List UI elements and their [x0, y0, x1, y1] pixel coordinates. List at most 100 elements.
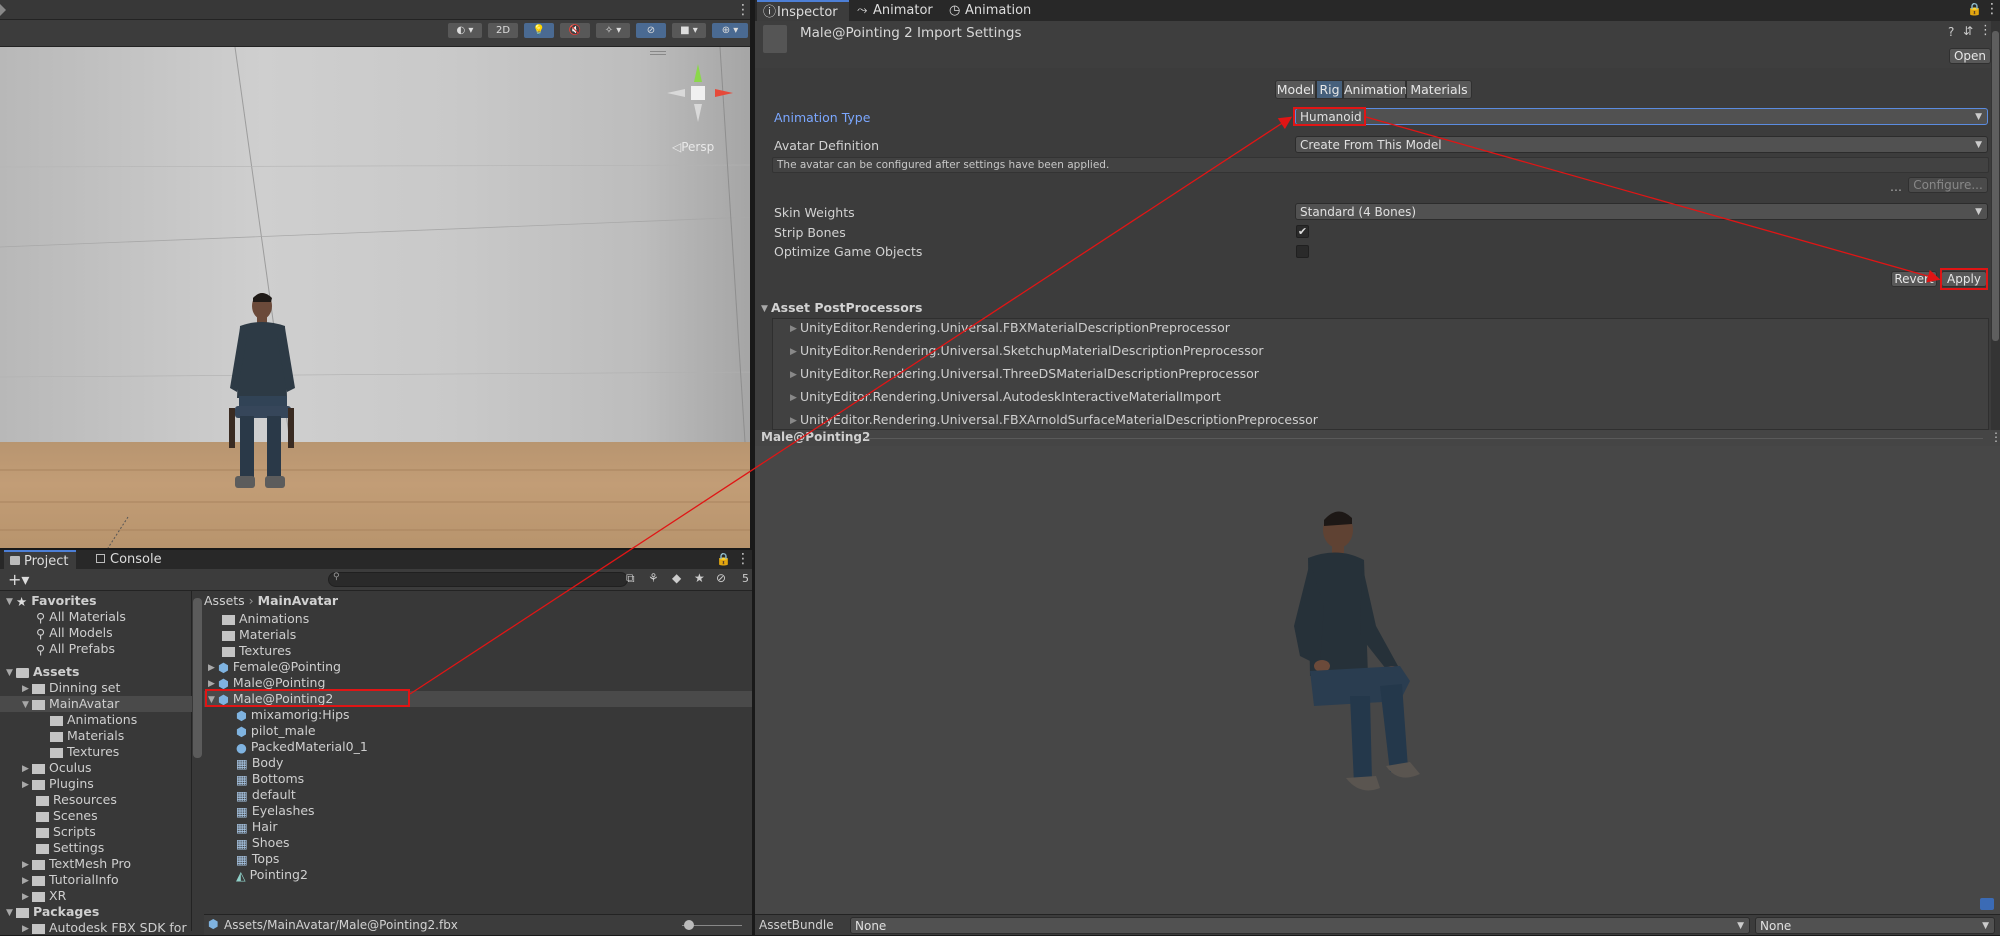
subtab-materials[interactable]: Materials	[1406, 80, 1472, 99]
create-plus-icon[interactable]: +▾	[8, 570, 29, 589]
tag-icon[interactable]: ◆	[672, 571, 681, 585]
tree-folder-selected[interactable]: ▼ MainAvatar	[0, 696, 192, 712]
list-item[interactable]: ▦ Bottoms	[236, 771, 304, 787]
search-by-type-icon[interactable]: ⧉	[626, 571, 635, 586]
tree-scrollbar[interactable]	[193, 598, 202, 758]
favorite-star-icon[interactable]: ★	[694, 571, 705, 585]
lock-icon[interactable]: 🔒	[1967, 2, 1982, 16]
preview-header[interactable]: Male@Pointing2 ⋮	[755, 430, 2000, 446]
hidden-packages-icon[interactable]: ⊘	[716, 571, 726, 585]
tree-folder[interactable]: Settings	[36, 840, 104, 856]
tree-folder[interactable]: ▶ Autodesk FBX SDK for Ur	[22, 920, 190, 936]
project-search-input[interactable]: ⚲	[328, 572, 628, 587]
zoom-slider-thumb[interactable]	[684, 920, 694, 930]
preset-icon[interactable]: ⇵	[1963, 24, 1973, 38]
postprocessor-item[interactable]: ▶ UnityEditor.Rendering.Universal.Sketchu…	[790, 342, 1264, 360]
list-item[interactable]: Textures	[222, 643, 291, 659]
subtab-rig[interactable]: Rig	[1316, 80, 1343, 99]
list-item[interactable]: ⬢ mixamorig:Hips	[236, 707, 350, 723]
draw-mode-dropdown[interactable]: ◐ ▾	[448, 23, 482, 38]
tree-folder[interactable]: Textures	[50, 744, 119, 760]
scene-view[interactable]: ⋮ ◐ ▾ 2D 💡 🔇 ✧ ▾ ⊘ ■ ▾ ⊕ ▾ ◁Persp	[0, 0, 752, 548]
list-item[interactable]: Animations	[222, 611, 309, 627]
tree-folder[interactable]: Resources	[36, 792, 117, 808]
search-by-label-icon[interactable]: ⚘	[648, 571, 659, 585]
favorite-item[interactable]: ⚲ All Models	[36, 625, 113, 641]
list-item[interactable]: ▦ Body	[236, 755, 283, 771]
tree-folder[interactable]: Materials	[50, 728, 124, 744]
tree-folder[interactable]: ▶ XR	[22, 888, 66, 904]
inspector-scrollbar[interactable]	[1991, 21, 2000, 430]
list-item[interactable]: ▦ Shoes	[236, 835, 290, 851]
tab-animator[interactable]: ⤳ Animator	[855, 0, 933, 21]
list-item[interactable]: ▦ Eyelashes	[236, 803, 315, 819]
more-menu-icon[interactable]: ⋮	[1985, 1, 1999, 17]
help-icon[interactable]: ?	[1948, 25, 1954, 39]
skin-weights-dropdown[interactable]: Standard (4 Bones) ▼	[1295, 203, 1988, 220]
favorite-item[interactable]: ⚲ All Materials	[36, 609, 126, 625]
camera-dropdown-icon[interactable]: ■ ▾	[672, 23, 706, 38]
scene-visibility-icon[interactable]: ⊘	[636, 23, 666, 38]
overlay-handle-icon[interactable]	[650, 51, 666, 55]
model-preview[interactable]	[755, 446, 2000, 914]
favorite-item[interactable]: ⚲ All Prefabs	[36, 641, 115, 657]
postprocessor-item[interactable]: ▶ UnityEditor.Rendering.Universal.ThreeDS…	[790, 365, 1259, 383]
strip-bones-checkbox[interactable]: ✔	[1296, 225, 1309, 238]
tree-folder[interactable]: Scripts	[36, 824, 96, 840]
favorites-header[interactable]: ▼ ★ Favorites	[6, 593, 97, 609]
packages-header[interactable]: ▼ Packages	[6, 904, 99, 920]
more-menu-icon[interactable]: ⋮	[736, 2, 750, 18]
lock-icon[interactable]: 🔒	[716, 552, 731, 566]
tree-folder[interactable]: ▶ TextMesh Pro	[22, 856, 131, 872]
collapse-left-icon[interactable]	[0, 4, 8, 16]
effects-dropdown-icon[interactable]: ✧ ▾	[596, 23, 630, 38]
tab-project[interactable]: Project	[4, 550, 77, 569]
orientation-gizmo[interactable]	[665, 62, 735, 132]
list-item[interactable]: ▦ default	[236, 787, 296, 803]
tab-console[interactable]: Console	[90, 550, 170, 569]
gizmos-dropdown-icon[interactable]: ⊕ ▾	[712, 23, 748, 38]
breadcrumb-root[interactable]: Assets	[204, 593, 245, 608]
preview-character[interactable]	[1280, 506, 1430, 806]
toggle-2d-button[interactable]: 2D	[488, 23, 518, 38]
assetbundle-name-dropdown[interactable]: None ▼	[850, 917, 1750, 934]
breadcrumb-current[interactable]: MainAvatar	[258, 593, 338, 608]
open-button[interactable]: Open	[1949, 48, 1991, 64]
assets-header[interactable]: ▼ Assets	[6, 664, 79, 680]
postprocessor-item[interactable]: ▶ UnityEditor.Rendering.Universal.FBXArno…	[790, 411, 1318, 429]
tree-folder[interactable]: Scenes	[36, 808, 98, 824]
scene-character[interactable]	[215, 288, 305, 503]
tab-animation[interactable]: ◷ Animation	[947, 0, 1031, 21]
project-folder-tree[interactable]: ▼ ★ Favorites ⚲ All Materials ⚲ All Models ⚲…	[0, 591, 192, 935]
postprocessor-item[interactable]: ▶ UnityEditor.Rendering.Universal.Autodes…	[790, 388, 1221, 406]
postprocessors-header[interactable]: ▼ Asset PostProcessors	[761, 300, 922, 315]
postprocessor-item[interactable]: ▶ UnityEditor.Rendering.Universal.FBXMate…	[790, 319, 1230, 337]
configure-button[interactable]: Configure...	[1908, 177, 1988, 193]
assetbundle-variant-dropdown[interactable]: None ▼	[1755, 917, 1995, 934]
subtab-model[interactable]: Model	[1275, 80, 1316, 99]
audio-toggle-icon[interactable]: 🔇	[560, 23, 590, 38]
list-item[interactable]: ⬢ pilot_male	[236, 723, 316, 739]
tree-folder[interactable]: ▶ Plugins	[22, 776, 94, 792]
more-menu-icon[interactable]: ⋮	[1990, 430, 2000, 444]
tree-folder[interactable]: ▶ Dinning set	[22, 680, 120, 696]
label-tag-icon[interactable]	[1980, 898, 1994, 910]
tree-folder[interactable]: ▶ Oculus	[22, 760, 92, 776]
revert-button[interactable]: Revert	[1891, 271, 1937, 287]
animation-type-dropdown[interactable]: Humanoid ▼	[1295, 108, 1988, 125]
subtab-animation[interactable]: Animation	[1343, 80, 1408, 99]
list-item[interactable]: ◭ Pointing2	[236, 867, 308, 883]
list-item[interactable]: ▦ Hair	[236, 819, 277, 835]
more-menu-icon[interactable]: ⋮	[736, 551, 750, 567]
tab-inspector[interactable]: ⓘ Inspector	[757, 0, 849, 21]
list-item[interactable]: ▦ Tops	[236, 851, 279, 867]
list-item[interactable]: ● PackedMaterial0_1	[236, 739, 368, 755]
lighting-toggle-icon[interactable]: 💡	[524, 23, 554, 38]
tree-folder[interactable]: Animations	[50, 712, 137, 728]
inspector-scrollbar-thumb[interactable]	[1992, 31, 1999, 341]
avatar-definition-dropdown[interactable]: Create From This Model ▼	[1295, 136, 1988, 153]
persp-label[interactable]: ◁Persp	[672, 140, 714, 154]
list-item[interactable]: ▶ ⬢ Female@Pointing	[208, 659, 341, 675]
list-item[interactable]: Materials	[222, 627, 296, 643]
project-asset-list[interactable]: Assets › MainAvatar Animations Materials…	[204, 591, 752, 914]
